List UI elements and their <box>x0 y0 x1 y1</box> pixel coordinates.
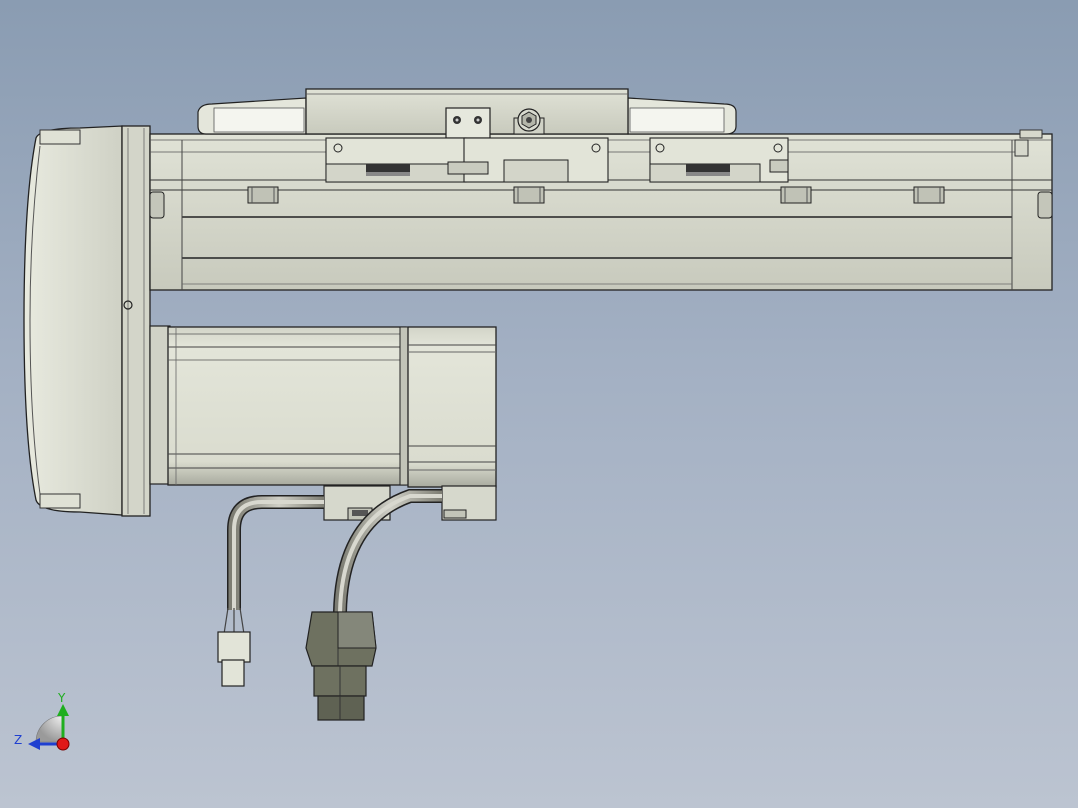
y-axis-label: Y <box>57 691 66 705</box>
cad-viewport[interactable]: Y Z <box>0 0 1078 808</box>
mounting-hole <box>513 186 545 204</box>
y-axis-arrowhead <box>57 704 69 716</box>
limit-sensor-rail[interactable] <box>325 137 789 183</box>
orientation-triad[interactable]: Y Z <box>14 691 70 751</box>
encoder-connector[interactable] <box>217 607 251 687</box>
x-axis-dot <box>56 737 70 751</box>
z-axis-arrowhead <box>28 738 40 750</box>
encoder-housing[interactable] <box>407 326 497 488</box>
encoder-cable[interactable] <box>227 495 324 610</box>
end-cover[interactable] <box>23 125 151 517</box>
power-connector[interactable] <box>305 611 377 721</box>
mounting-hole <box>780 186 812 204</box>
mounting-hole <box>913 186 945 204</box>
servo-motor[interactable] <box>149 325 409 486</box>
mounting-hole <box>247 186 279 204</box>
z-axis-label: Z <box>14 733 22 747</box>
